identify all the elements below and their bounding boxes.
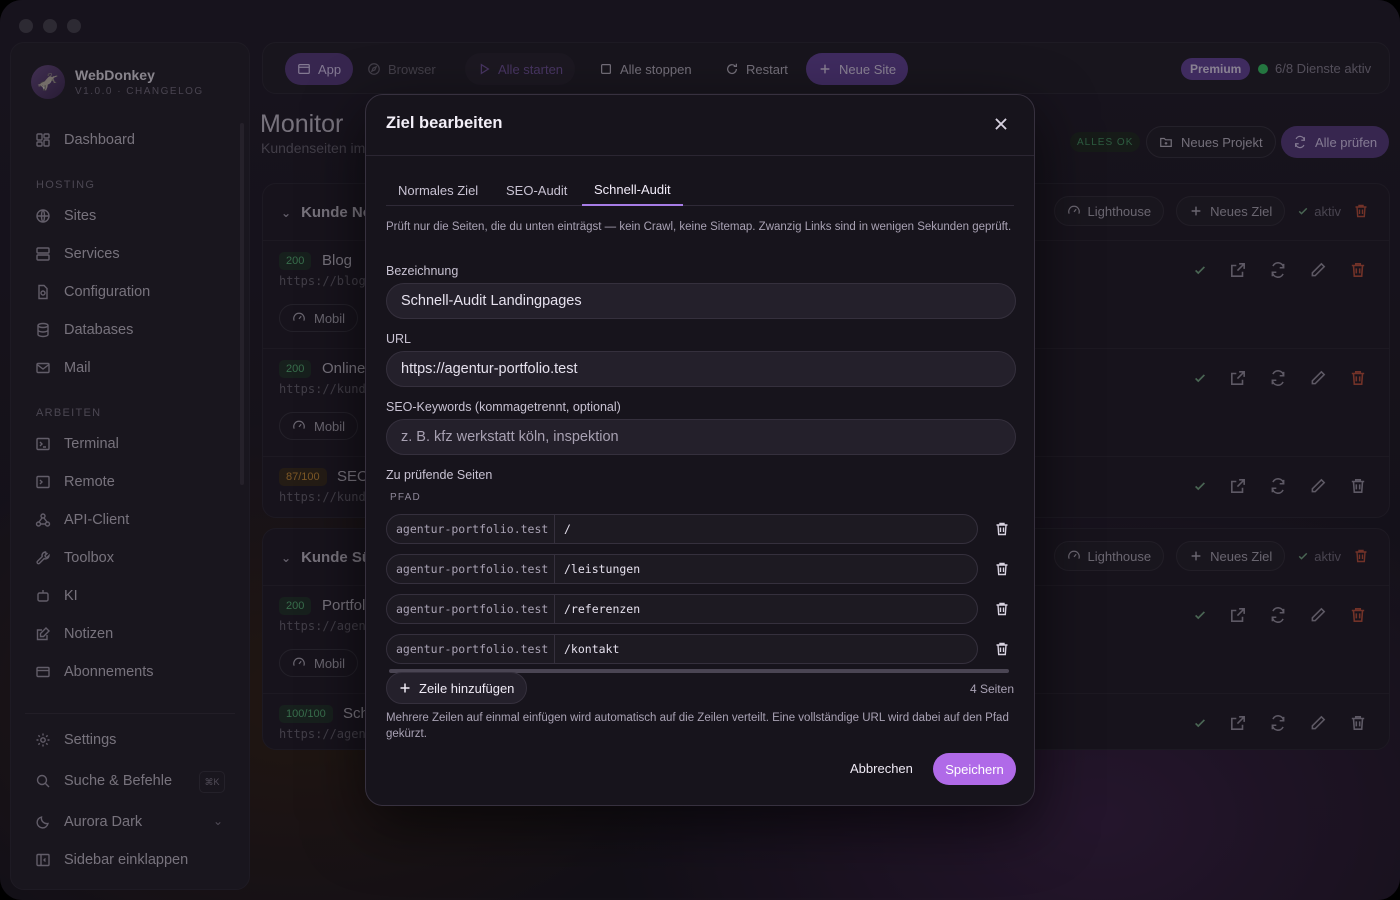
cancel-button[interactable]: Abbrechen (850, 761, 913, 776)
app-window: 🫏 WebDonkey V1.0.0 · CHANGELOG Dashboard… (0, 0, 1400, 900)
url-label: URL (386, 332, 412, 346)
pages-label: Zu prüfende Seiten (386, 468, 493, 482)
page-domain: agentur-portfolio.test (387, 555, 555, 583)
page-row: agentur-portfolio.test /referenzen (386, 594, 978, 624)
url-input[interactable]: https://agentur-portfolio.test (386, 351, 1016, 387)
tab-seo-audit[interactable]: SEO-Audit (494, 175, 579, 206)
page-domain: agentur-portfolio.test (387, 635, 555, 663)
page-row: agentur-portfolio.test /leistungen (386, 554, 978, 584)
page-domain: agentur-portfolio.test (387, 515, 555, 543)
tab-description: Prüft nur die Seiten, die du unten eintr… (386, 221, 1012, 233)
tab-schnell-audit[interactable]: Schnell-Audit (582, 175, 683, 206)
add-row-label: Zeile hinzufügen (419, 680, 515, 696)
dialog-tabs: Normales Ziel SEO-Audit Schnell-Audit (386, 175, 1014, 206)
save-button[interactable]: Speichern (933, 753, 1016, 785)
keywords-input[interactable]: z. B. kfz werkstatt köln, inspektion (386, 419, 1016, 455)
page-path-input[interactable]: /leistungen (555, 562, 640, 576)
dialog-title: Ziel bearbeiten (386, 114, 503, 132)
trash-icon[interactable] (994, 601, 1010, 617)
plus-icon (400, 683, 410, 693)
paste-hint: Mehrere Zeilen auf einmal einfügen wird … (386, 712, 1009, 740)
divider (366, 155, 1034, 156)
page-path-input[interactable]: /kontakt (555, 642, 619, 656)
page-count: 4 Seiten (969, 682, 1014, 696)
keywords-label: SEO-Keywords (kommagetrennt, optional) (386, 400, 621, 414)
edit-target-dialog: Ziel bearbeiten Normales Ziel SEO-Audit … (365, 94, 1035, 806)
trash-icon[interactable] (994, 521, 1010, 537)
page-row: agentur-portfolio.test / (386, 514, 978, 544)
trash-icon[interactable] (994, 561, 1010, 577)
add-row-button[interactable]: Zeile hinzufügen (386, 672, 528, 704)
page-domain: agentur-portfolio.test (387, 595, 555, 623)
page-path-input[interactable]: / (555, 522, 571, 536)
trash-icon[interactable] (994, 641, 1010, 657)
page-row: agentur-portfolio.test /kontakt (386, 634, 978, 664)
name-label: Bezeichnung (386, 264, 459, 278)
tab-normales-ziel[interactable]: Normales Ziel (386, 175, 490, 206)
path-column-header: PFAD (390, 492, 421, 503)
close-icon[interactable] (992, 115, 1010, 133)
name-input[interactable]: Schnell-Audit Landingpages (386, 283, 1016, 319)
page-path-input[interactable]: /referenzen (555, 602, 640, 616)
